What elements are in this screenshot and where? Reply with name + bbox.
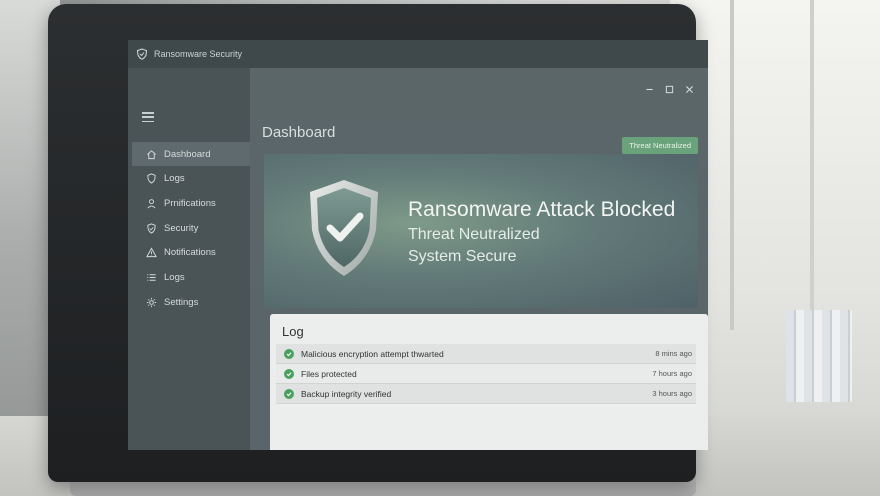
log-row[interactable]: Files protected 7 hours ago [276, 364, 696, 384]
sidebar-item-notifications[interactable]: Notifications [132, 241, 250, 265]
title-bar: Ransomware Security [128, 40, 708, 68]
window-controls [644, 84, 694, 94]
hero-title: Ransomware Attack Blocked [408, 198, 676, 221]
log-panel: Log Malicious encryption attempt thwarte… [270, 314, 708, 450]
sidebar-item-security[interactable]: Security [132, 216, 250, 240]
minimize-icon[interactable] [644, 84, 654, 94]
shield-check-icon [310, 180, 378, 276]
background-books [786, 310, 852, 402]
threat-status-card: Ransomware Attack Blocked Threat Neutral… [264, 154, 698, 308]
log-time: 7 hours ago [652, 369, 692, 378]
sidebar-item-label: Logs [164, 173, 185, 185]
list-icon [144, 270, 158, 284]
warning-icon [144, 246, 158, 260]
shield-icon [144, 172, 158, 186]
check-icon [284, 368, 294, 379]
sidebar-item-dashboard[interactable]: Dashboard [132, 142, 250, 166]
sidebar-item-label: Dashboard [164, 148, 211, 160]
home-icon [144, 147, 158, 161]
gear-icon [144, 295, 158, 309]
hero-status-line: System Secure [408, 248, 517, 265]
shield-icon [144, 221, 158, 235]
log-text: Files protected [301, 368, 357, 379]
sidebar-item-settings[interactable]: Settings [132, 290, 250, 314]
log-row[interactable]: Malicious encryption attempt thwarted 8 … [276, 344, 696, 364]
log-row[interactable]: Backup integrity verified 3 hours ago [276, 384, 696, 404]
main-content: Dashboard Threat Neutralized Ransomware … [250, 68, 708, 450]
log-text: Backup integrity verified [301, 388, 392, 399]
sidebar-item-prnifications[interactable]: Prnifications [132, 191, 250, 215]
monitor-bezel: Ransomware Security Dashboard Logs Prnif… [48, 4, 708, 482]
app-title: Ransomware Security [154, 49, 243, 59]
user-icon [144, 196, 158, 210]
menu-icon[interactable] [142, 112, 154, 122]
status-badge: Threat Neutralized [622, 137, 698, 154]
log-time: 3 hours ago [652, 389, 692, 398]
sidebar-item-label: Prnifications [164, 197, 216, 209]
check-icon [284, 348, 294, 359]
sidebar-item-logs[interactable]: Logs [132, 167, 250, 191]
sidebar-item-label: Settings [164, 296, 199, 308]
check-icon [284, 388, 294, 399]
page-title: Dashboard [262, 124, 336, 141]
log-title: Log [282, 324, 304, 339]
sidebar-item-logs-list[interactable]: Logs [132, 265, 250, 289]
sidebar-item-label: Logs [164, 271, 185, 283]
app-window: Ransomware Security Dashboard Logs Prnif… [128, 40, 708, 450]
sidebar-nav: Dashboard Logs Prnifications Security No… [132, 142, 250, 315]
sidebar-item-label: Security [164, 222, 199, 234]
log-time: 8 mins ago [655, 349, 692, 358]
log-list: Malicious encryption attempt thwarted 8 … [276, 344, 696, 404]
hero-status-line: Threat Neutralized [408, 226, 540, 243]
log-text: Malicious encryption attempt thwarted [301, 348, 444, 359]
sidebar-item-label: Notifications [164, 247, 216, 259]
maximize-icon[interactable] [664, 84, 674, 94]
close-icon[interactable] [684, 84, 694, 94]
sidebar: Dashboard Logs Prnifications Security No… [128, 68, 250, 450]
shield-logo-icon [136, 48, 148, 60]
